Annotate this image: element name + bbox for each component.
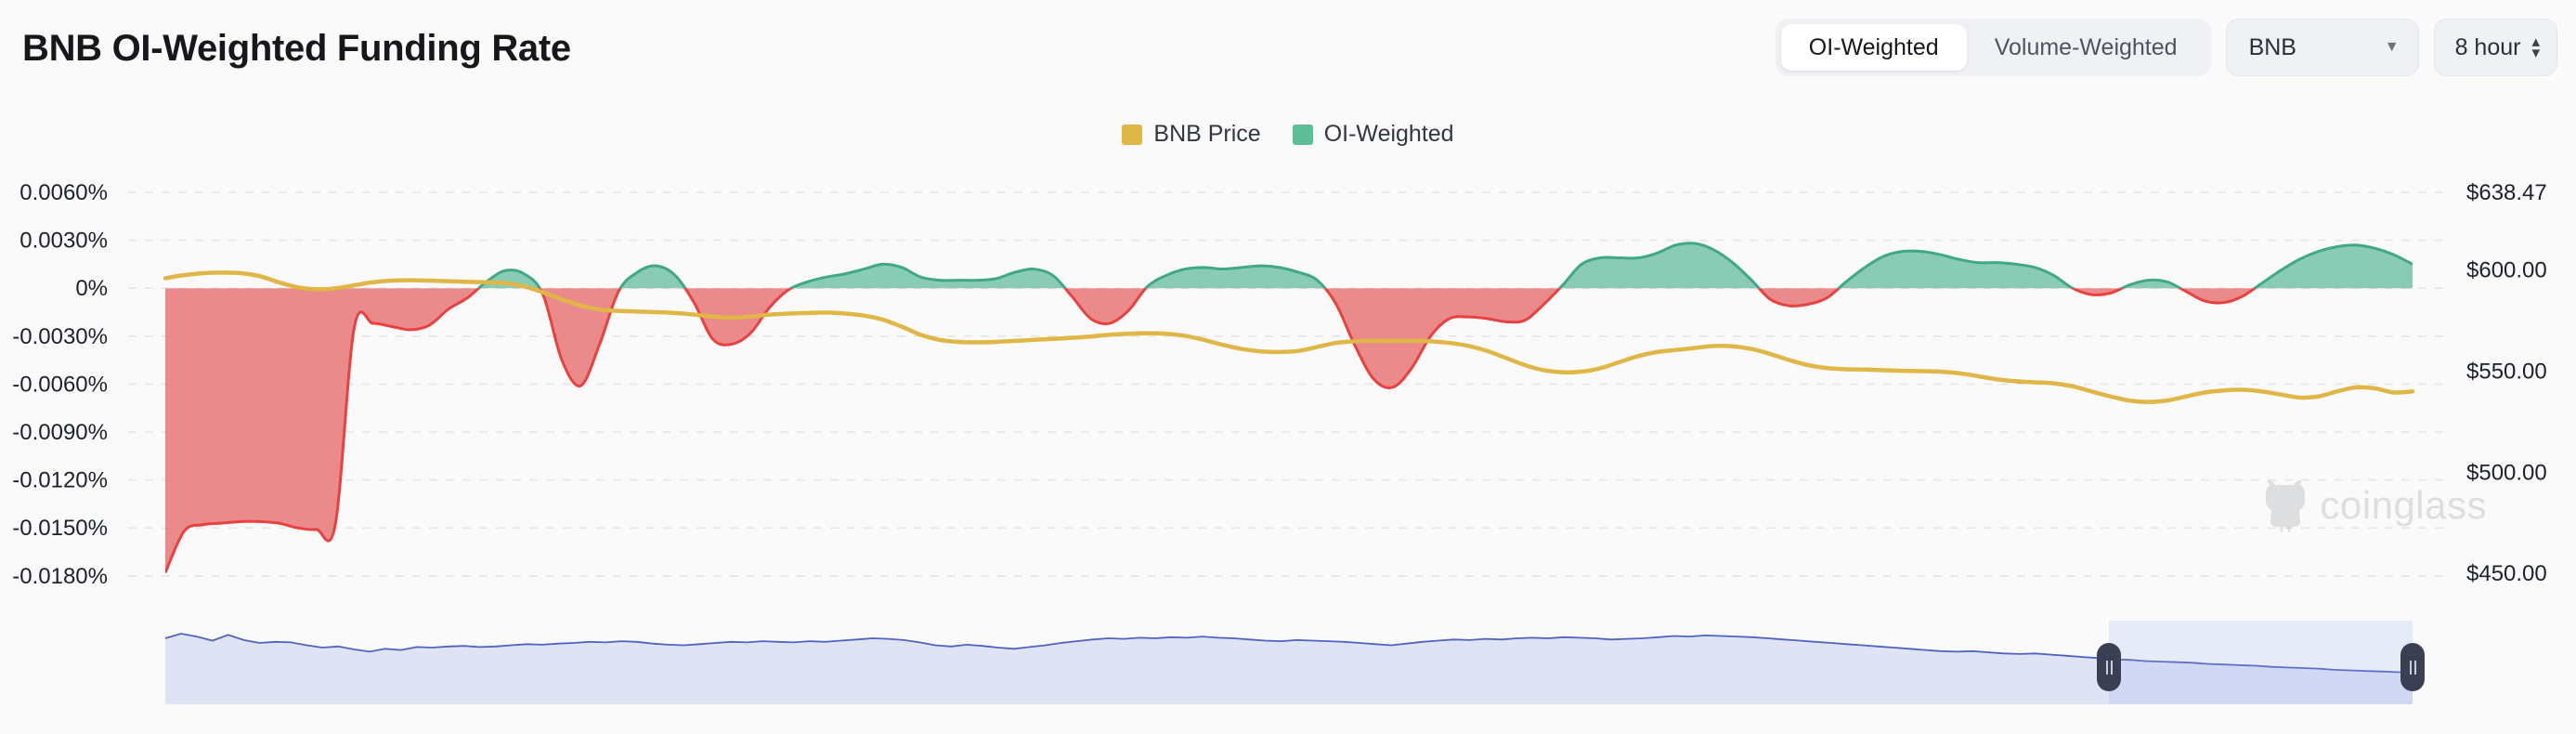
y-axis-tick-right: $638.47	[2466, 180, 2547, 205]
chart-legend: BNB Price OI-Weighted	[0, 121, 2576, 148]
funding-rate-positive-area	[476, 242, 2413, 289]
x-axis-tick: 2 Sep	[1357, 597, 1417, 599]
x-axis-tick: 4 Sep	[1649, 597, 1710, 599]
symbol-select[interactable]: BNB ▼	[2225, 19, 2419, 76]
funding-rate-negative-area	[165, 288, 2413, 573]
legend-swatch-oi-weighted	[1292, 124, 1313, 145]
x-axis-tick: 7 Sep	[2138, 597, 2198, 599]
chart-header: BNB OI-Weighted Funding Rate OI-Weighted…	[0, 0, 2576, 102]
x-axis-tick: 28 Aug	[667, 597, 739, 599]
chart-svg: 0.0060% 0.0030% 0% -0.0030% -0.0060% -0.0090%…	[12, 180, 2547, 599]
x-axis-tick: 29 Aug	[764, 597, 837, 599]
y-axis-tick-left: -0.0030%	[12, 324, 108, 349]
y-axis-tick-left: 0%	[75, 276, 108, 301]
price-line	[163, 270, 2415, 404]
x-axis-tick: 6 Sep	[2040, 597, 2101, 599]
x-axis-tick: 25 Aug	[276, 597, 348, 599]
watermark-text: coinglass	[2320, 483, 2487, 527]
y-axis-tick-right: $550.00	[2466, 360, 2547, 385]
symbol-select-value: BNB	[2248, 33, 2296, 60]
navigator-svg	[165, 633, 2413, 704]
x-axis-tick: 4 Sep	[1747, 597, 1807, 599]
x-axis-tick: 26 Aug	[373, 597, 446, 599]
navigator-area	[165, 634, 2413, 704]
interval-stepper-value: 8 hour	[2454, 33, 2521, 60]
navigator-selection-mask[interactable]	[2109, 621, 2413, 704]
x-axis-tick: 25 Aug	[178, 597, 251, 599]
interval-stepper[interactable]: 8 hour ▴ ▾	[2433, 19, 2557, 76]
y-axis-tick-left: -0.0120%	[12, 468, 108, 493]
legend-item-oi-weighted[interactable]: OI-Weighted	[1292, 121, 1454, 148]
nav-handle-right[interactable]	[2400, 643, 2425, 691]
x-axis-tick: 27 Aug	[471, 597, 543, 599]
x-axis-tick: 27 Aug	[569, 597, 642, 599]
legend-item-bnb-price[interactable]: BNB Price	[1122, 121, 1261, 148]
y-axis-tick-right: $450.00	[2466, 561, 2547, 586]
x-axis-tick: 6 Sep	[1943, 597, 2003, 599]
x-axis-tick: 8 Sep	[2236, 597, 2296, 599]
y-axis-tick-left: 0.0030%	[20, 229, 108, 254]
funding-rate-chart-page: BNB OI-Weighted Funding Rate OI-Weighted…	[0, 0, 2576, 734]
stepper-updown-icon: ▴ ▾	[2531, 32, 2540, 61]
y-axis-tick-left: -0.0090%	[12, 420, 108, 445]
chevron-down-icon: ▼	[2384, 39, 2400, 55]
x-axis-tick: 31 Aug	[1155, 597, 1228, 599]
page-title: BNB OI-Weighted Funding Rate	[22, 28, 571, 69]
tab-oi-weighted[interactable]: OI-Weighted	[1780, 24, 1967, 71]
y-axis-tick-left: -0.0150%	[12, 516, 108, 541]
x-axis-tick: 5 Sep	[1845, 597, 1906, 599]
header-controls: OI-Weighted Volume-Weighted BNB ▼ 8 hour…	[1775, 19, 2557, 76]
tab-volume-weighted[interactable]: Volume-Weighted	[1967, 24, 2205, 71]
nav-handle-left[interactable]	[2097, 643, 2122, 691]
legend-swatch-bnb-price	[1122, 124, 1143, 145]
y-axis-tick-left: -0.0180%	[12, 564, 108, 589]
x-axis-tick: 3 Sep	[1552, 597, 1612, 599]
y-axis-tick-left: 0.0060%	[20, 180, 108, 205]
y-axis-tick-left: -0.0060%	[12, 372, 108, 397]
x-axis-tick: 30 Aug	[959, 597, 1032, 599]
y-axis-tick-right: $600.00	[2466, 258, 2547, 283]
x-axis-tick: 2 Sep	[1454, 597, 1515, 599]
coinglass-bull-icon	[2266, 479, 2306, 532]
chart-range-navigator[interactable]	[165, 621, 2425, 704]
x-axis-tick: 31 Aug	[1058, 597, 1130, 599]
x-axis-tick: 29 Aug	[862, 597, 934, 599]
chart-plot-area[interactable]: 0.0060% 0.0030% 0% -0.0030% -0.0060% -0.0090%…	[0, 163, 2576, 599]
weighting-toggle-group: OI-Weighted Volume-Weighted	[1775, 19, 2211, 76]
legend-label-oi-weighted: OI-Weighted	[1323, 121, 1454, 147]
coinglass-watermark: coinglass	[2260, 478, 2487, 532]
x-axis-tick: 1 Sep	[1258, 597, 1319, 599]
legend-label-bnb-price: BNB Price	[1153, 121, 1261, 147]
x-axis-tick: 8 Sep	[2334, 597, 2394, 599]
